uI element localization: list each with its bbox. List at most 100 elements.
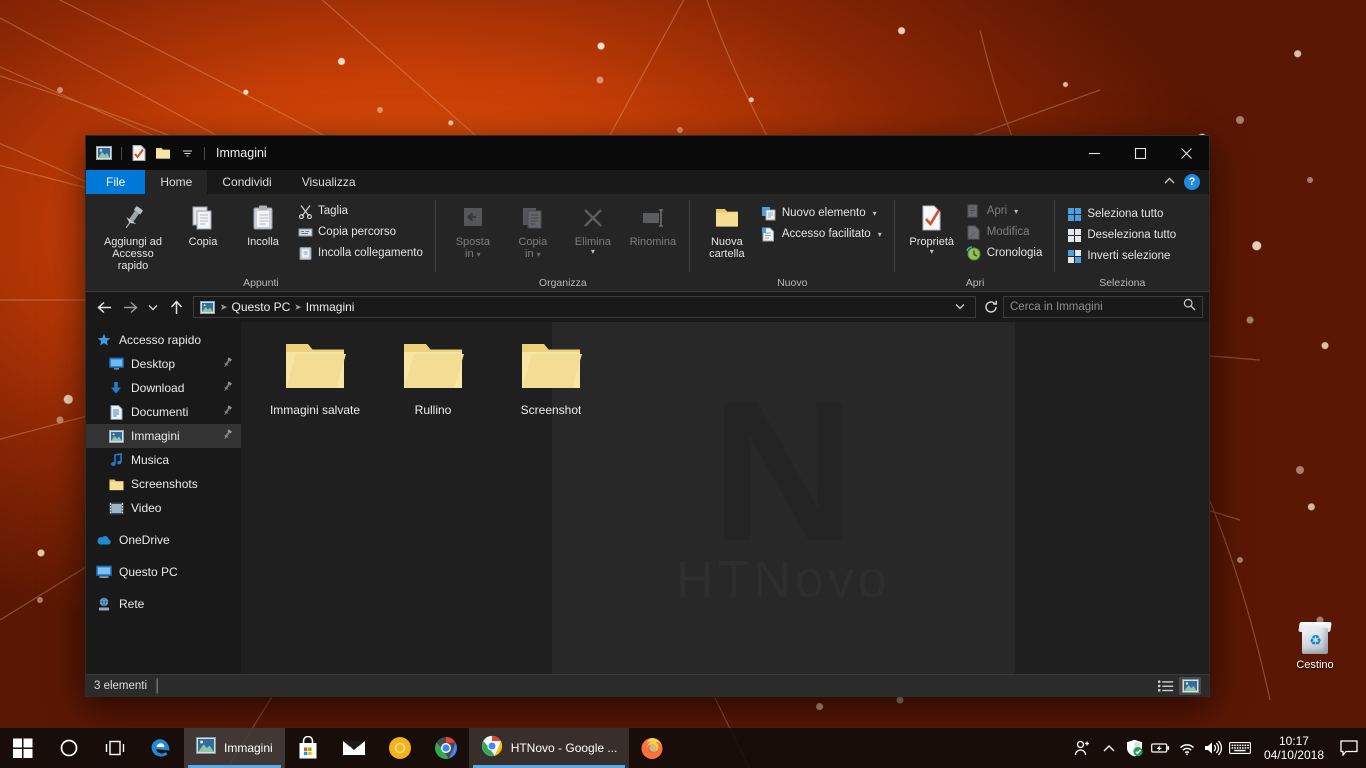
copy-path-button[interactable]: Copia percorso bbox=[294, 222, 428, 242]
select-all-button[interactable]: Seleziona tutto bbox=[1063, 204, 1181, 224]
paste-button[interactable]: Incolla bbox=[234, 199, 292, 251]
open-button[interactable]: Apri ▾ bbox=[963, 201, 1048, 221]
taskbar-app-firefox[interactable] bbox=[629, 728, 675, 768]
clock[interactable]: 10:17 04/10/2018 bbox=[1254, 734, 1334, 762]
minimize-button[interactable] bbox=[1071, 136, 1117, 170]
forward-button[interactable] bbox=[118, 295, 142, 319]
details-view-button[interactable] bbox=[1155, 677, 1177, 695]
wifi-icon[interactable] bbox=[1174, 728, 1200, 768]
ribbon[interactable]: Aggiungi adAccesso rapido Copia Incolla bbox=[86, 194, 1209, 292]
up-button[interactable] bbox=[164, 295, 188, 319]
search-icon[interactable] bbox=[1183, 298, 1196, 316]
open-caret-icon[interactable]: ▾ bbox=[1014, 207, 1018, 216]
ribbon-tabs[interactable]: File Home Condividi Visualizza ? bbox=[86, 170, 1209, 194]
taskbar-app-edge[interactable] bbox=[138, 728, 184, 768]
file-explorer-window[interactable]: Immagini File Home Condividi Visualizza … bbox=[85, 135, 1210, 697]
copy-to-button[interactable]: Copiain ▾ bbox=[504, 199, 562, 263]
start-button[interactable] bbox=[0, 728, 46, 768]
refresh-button[interactable] bbox=[981, 296, 1001, 318]
tab-condividi[interactable]: Condividi bbox=[207, 170, 286, 194]
navigation-pane[interactable]: Accesso rapido Desktop Download bbox=[86, 322, 242, 674]
sidebar-item-questo-pc[interactable]: Questo PC bbox=[86, 560, 241, 584]
cortana-search-button[interactable] bbox=[46, 728, 92, 768]
tab-home[interactable]: Home bbox=[145, 170, 207, 194]
breadcrumb-dropdown-icon[interactable] bbox=[951, 302, 969, 312]
new-item-caret-icon[interactable]: ▾ bbox=[873, 209, 877, 218]
breadcrumb-item-immagini[interactable]: Immagini bbox=[306, 300, 355, 314]
defender-icon[interactable] bbox=[1122, 728, 1148, 768]
paste-shortcut-button[interactable]: Incolla collegamento bbox=[294, 243, 428, 263]
show-hidden-icons-chevron-icon[interactable] bbox=[1096, 728, 1122, 768]
easy-access-button[interactable]: Accesso facilitato ▾ bbox=[758, 224, 887, 244]
sidebar-item-accesso-rapido[interactable]: Accesso rapido bbox=[86, 328, 241, 352]
sidebar-item-download[interactable]: Download bbox=[86, 376, 241, 400]
system-tray[interactable]: 10:17 04/10/2018 bbox=[1070, 728, 1366, 768]
select-none-button[interactable]: Deseleziona tutto bbox=[1063, 225, 1181, 245]
pin-icon[interactable] bbox=[222, 357, 233, 371]
action-center-button[interactable] bbox=[1334, 740, 1364, 756]
sidebar-item-screenshots[interactable]: Screenshots bbox=[86, 472, 241, 496]
sidebar-item-desktop[interactable]: Desktop bbox=[86, 352, 241, 376]
move-to-button[interactable]: Spostain ▾ bbox=[444, 199, 502, 263]
quick-access-toolbar[interactable] bbox=[86, 143, 208, 163]
title-bar[interactable]: Immagini bbox=[86, 136, 1209, 170]
cut-button[interactable]: Taglia bbox=[294, 201, 428, 221]
large-icons-view-button[interactable] bbox=[1179, 677, 1201, 695]
breadcrumb-item-questo-pc[interactable]: Questo PC bbox=[232, 300, 291, 314]
recent-locations-button[interactable] bbox=[144, 295, 162, 319]
taskbar-app-chrome-canary[interactable] bbox=[377, 728, 423, 768]
people-icon[interactable] bbox=[1070, 728, 1096, 768]
breadcrumb[interactable]: ➤ Questo PC ➤ Immagini bbox=[193, 296, 976, 318]
history-button[interactable]: Cronologia bbox=[963, 243, 1048, 263]
invert-selection-button[interactable]: Inverti selezione bbox=[1063, 246, 1181, 266]
battery-icon[interactable] bbox=[1148, 728, 1174, 768]
pin-icon[interactable] bbox=[222, 381, 233, 395]
file-item-rullino[interactable]: Rullino bbox=[374, 334, 492, 423]
address-bar-row[interactable]: ➤ Questo PC ➤ Immagini bbox=[86, 292, 1209, 322]
new-folder-button[interactable]: Nuovacartella bbox=[698, 199, 756, 263]
file-item-screenshot[interactable]: Screenshot bbox=[492, 334, 610, 423]
qat-customize-chevron-icon[interactable] bbox=[177, 143, 197, 163]
properties-button[interactable]: Proprietà ▾ bbox=[903, 199, 961, 259]
taskbar-task-chrome[interactable]: HTNovo - Google ... bbox=[469, 728, 630, 768]
tab-file[interactable]: File bbox=[86, 170, 145, 194]
task-view-button[interactable] bbox=[92, 728, 138, 768]
rename-button[interactable]: Rinomina bbox=[624, 199, 682, 251]
collapse-ribbon-icon[interactable] bbox=[1164, 177, 1175, 188]
search-input[interactable] bbox=[1010, 301, 1179, 313]
taskbar[interactable]: Immagini HTNovo - Google ... bbox=[0, 728, 1366, 768]
file-list-view[interactable]: N HTNovo Immagini salvate Rullino bbox=[242, 322, 1209, 674]
easy-access-caret-icon[interactable]: ▾ bbox=[878, 230, 882, 239]
delete-caret-icon[interactable]: ▾ bbox=[591, 248, 595, 256]
pin-icon[interactable] bbox=[222, 405, 233, 419]
taskbar-app-mail[interactable] bbox=[331, 728, 377, 768]
properties-caret-icon[interactable]: ▾ bbox=[930, 248, 934, 256]
sidebar-item-rete[interactable]: Rete bbox=[86, 592, 241, 616]
pin-to-quick-access-button[interactable]: Aggiungi adAccesso rapido bbox=[94, 199, 172, 275]
taskbar-app-store[interactable] bbox=[285, 728, 331, 768]
maximize-button[interactable] bbox=[1117, 136, 1163, 170]
copy-button[interactable]: Copia bbox=[174, 199, 232, 251]
keyboard-icon[interactable] bbox=[1226, 728, 1254, 768]
taskbar-app-chrome-beta[interactable] bbox=[423, 728, 469, 768]
breadcrumb-separator-icon[interactable]: ➤ bbox=[220, 302, 228, 313]
new-folder-icon[interactable] bbox=[153, 143, 173, 163]
file-item-immagini-salvate[interactable]: Immagini salvate bbox=[256, 334, 374, 423]
sidebar-item-documenti[interactable]: Documenti bbox=[86, 400, 241, 424]
tab-visualizza[interactable]: Visualizza bbox=[287, 170, 371, 194]
view-toggles[interactable] bbox=[1155, 677, 1201, 695]
delete-button[interactable]: Elimina ▾ bbox=[564, 199, 622, 259]
help-button[interactable]: ? bbox=[1184, 174, 1200, 190]
back-button[interactable] bbox=[92, 295, 116, 319]
pin-icon[interactable] bbox=[222, 429, 233, 443]
desktop-icon-recycle-bin[interactable]: ♻ Cestino bbox=[1280, 620, 1350, 671]
sidebar-item-onedrive[interactable]: OneDrive bbox=[86, 528, 241, 552]
close-button[interactable] bbox=[1163, 136, 1209, 170]
properties-icon[interactable] bbox=[129, 143, 149, 163]
taskbar-task-immagini[interactable]: Immagini bbox=[184, 728, 285, 768]
sidebar-item-musica[interactable]: Musica bbox=[86, 448, 241, 472]
edit-button[interactable]: Modifica bbox=[963, 222, 1048, 242]
sidebar-item-video[interactable]: Video bbox=[86, 496, 241, 520]
pictures-icon[interactable] bbox=[94, 143, 114, 163]
new-item-button[interactable]: Nuovo elemento ▾ bbox=[758, 203, 887, 223]
